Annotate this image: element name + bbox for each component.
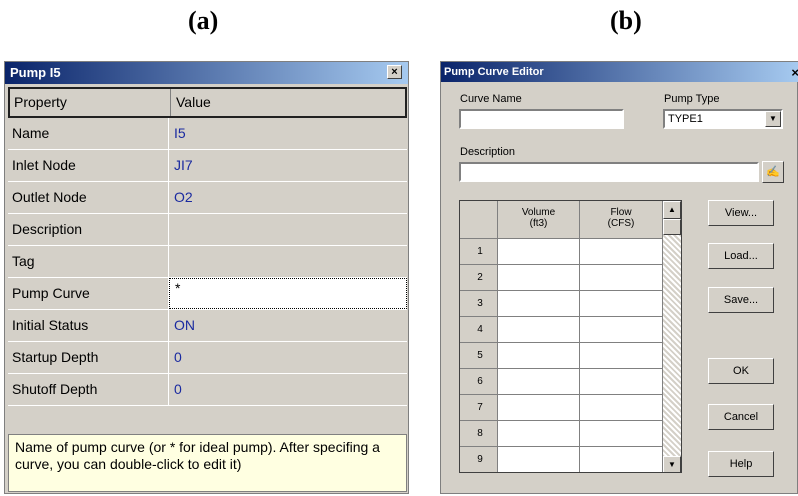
property-name: Inlet Node (8, 150, 169, 181)
property-name: Description (8, 214, 169, 245)
close-icon[interactable]: × (387, 65, 402, 79)
grid-header: Property Value (8, 87, 407, 118)
chevron-down-icon[interactable]: ▼ (765, 111, 781, 127)
save-button[interactable]: Save... (708, 287, 774, 313)
corner-header (460, 201, 498, 239)
flow-cell[interactable] (580, 239, 663, 265)
row-number: 4 (460, 317, 498, 343)
property-row[interactable]: Inlet Node JI7 (8, 150, 407, 182)
property-name: Startup Depth (8, 342, 169, 373)
property-row[interactable]: Tag (8, 246, 407, 278)
property-row[interactable]: Pump Curve * (8, 278, 407, 310)
flow-cell[interactable] (580, 421, 663, 447)
curve-name-label: Curve Name (460, 93, 522, 105)
help-text: Name of pump curve (or * for ideal pump)… (8, 434, 407, 492)
row-number: 2 (460, 265, 498, 291)
property-grid: Property Value Name I5 Inlet Node JI7 Ou… (8, 87, 407, 406)
flow-cell[interactable] (580, 265, 663, 291)
property-name: Name (8, 118, 169, 149)
header-flow-label: Flow (610, 207, 632, 218)
row-number: 9 (460, 447, 498, 472)
row-number: 8 (460, 421, 498, 447)
pump-type-label: Pump Type (664, 93, 720, 105)
curve-data-table[interactable]: Volume (ft3) Flow (CFS) 1 2 3 4 5 6 7 8 … (459, 200, 682, 473)
property-value[interactable]: O2 (169, 182, 407, 213)
volume-cell[interactable] (498, 447, 580, 472)
property-value[interactable]: 0 (169, 342, 407, 373)
property-row[interactable]: Shutoff Depth 0 (8, 374, 407, 406)
dialog-title: Pump Curve Editor × (441, 62, 798, 82)
header-flow: Flow (CFS) (580, 201, 663, 239)
property-value[interactable] (169, 214, 407, 245)
ok-button[interactable]: OK (708, 358, 774, 384)
property-name: Tag (8, 246, 169, 277)
header-volume: Volume (ft3) (498, 201, 580, 239)
property-name: Pump Curve (8, 278, 169, 309)
property-row[interactable]: Name I5 (8, 118, 407, 150)
row-number: 1 (460, 239, 498, 265)
header-property: Property (10, 89, 171, 116)
scroll-down-icon[interactable]: ▼ (663, 456, 681, 472)
load-button[interactable]: Load... (708, 243, 774, 269)
caption-a: (a) (188, 6, 219, 35)
row-number: 5 (460, 343, 498, 369)
description-label: Description (460, 146, 516, 158)
property-row[interactable]: Startup Depth 0 (8, 342, 407, 374)
flow-cell[interactable] (580, 369, 663, 395)
property-row[interactable]: Initial Status ON (8, 310, 407, 342)
flow-cell[interactable] (580, 447, 663, 472)
description-input[interactable] (459, 162, 759, 182)
property-name: Initial Status (8, 310, 169, 341)
view-button[interactable]: View... (708, 200, 774, 226)
help-button[interactable]: Help (708, 451, 774, 477)
header-value: Value (176, 94, 211, 110)
property-value[interactable] (169, 246, 407, 277)
property-value[interactable]: ON (169, 310, 407, 341)
pump-type-value: TYPE1 (668, 113, 703, 125)
scroll-up-icon[interactable]: ▲ (663, 201, 681, 219)
header-volume-unit: (ft3) (529, 218, 548, 229)
row-number: 6 (460, 369, 498, 395)
row-number: 3 (460, 291, 498, 317)
pump-curve-editor: Pump Curve Editor × Curve Name Pump Type… (440, 61, 798, 494)
property-row[interactable]: Description (8, 214, 407, 246)
volume-cell[interactable] (498, 369, 580, 395)
property-name: Shutoff Depth (8, 374, 169, 405)
flow-cell[interactable] (580, 317, 663, 343)
flow-cell[interactable] (580, 343, 663, 369)
panel-title: Pump I5 × (5, 62, 408, 84)
pump-curve-input[interactable]: * (169, 278, 407, 309)
row-number: 7 (460, 395, 498, 421)
close-icon[interactable]: × (791, 63, 798, 83)
volume-cell[interactable] (498, 239, 580, 265)
cancel-button[interactable]: Cancel (708, 404, 774, 430)
pump-property-panel: Pump I5 × Property Value Name I5 Inlet N… (4, 61, 409, 494)
scroll-thumb[interactable] (663, 219, 681, 235)
flow-cell[interactable] (580, 291, 663, 317)
header-volume-label: Volume (521, 207, 556, 218)
edit-description-button[interactable]: ✍ (762, 161, 784, 183)
volume-cell[interactable] (498, 265, 580, 291)
property-value[interactable]: I5 (169, 118, 407, 149)
volume-cell[interactable] (498, 291, 580, 317)
pencil-icon: ✍ (766, 166, 780, 178)
volume-cell[interactable] (498, 343, 580, 369)
flow-cell[interactable] (580, 395, 663, 421)
vertical-scrollbar[interactable]: ▲ ▼ (663, 201, 681, 472)
pump-type-select[interactable]: TYPE1 ▼ (663, 109, 783, 129)
caption-b: (b) (610, 6, 642, 35)
property-value[interactable]: 0 (169, 374, 407, 405)
panel-title-text: Pump I5 (10, 65, 61, 80)
volume-cell[interactable] (498, 317, 580, 343)
volume-cell[interactable] (498, 395, 580, 421)
curve-name-input[interactable] (459, 109, 624, 129)
property-value[interactable]: JI7 (169, 150, 407, 181)
property-row[interactable]: Outlet Node O2 (8, 182, 407, 214)
header-flow-unit: (CFS) (607, 218, 635, 229)
property-name: Outlet Node (8, 182, 169, 213)
dialog-title-text: Pump Curve Editor (444, 66, 544, 78)
volume-cell[interactable] (498, 421, 580, 447)
